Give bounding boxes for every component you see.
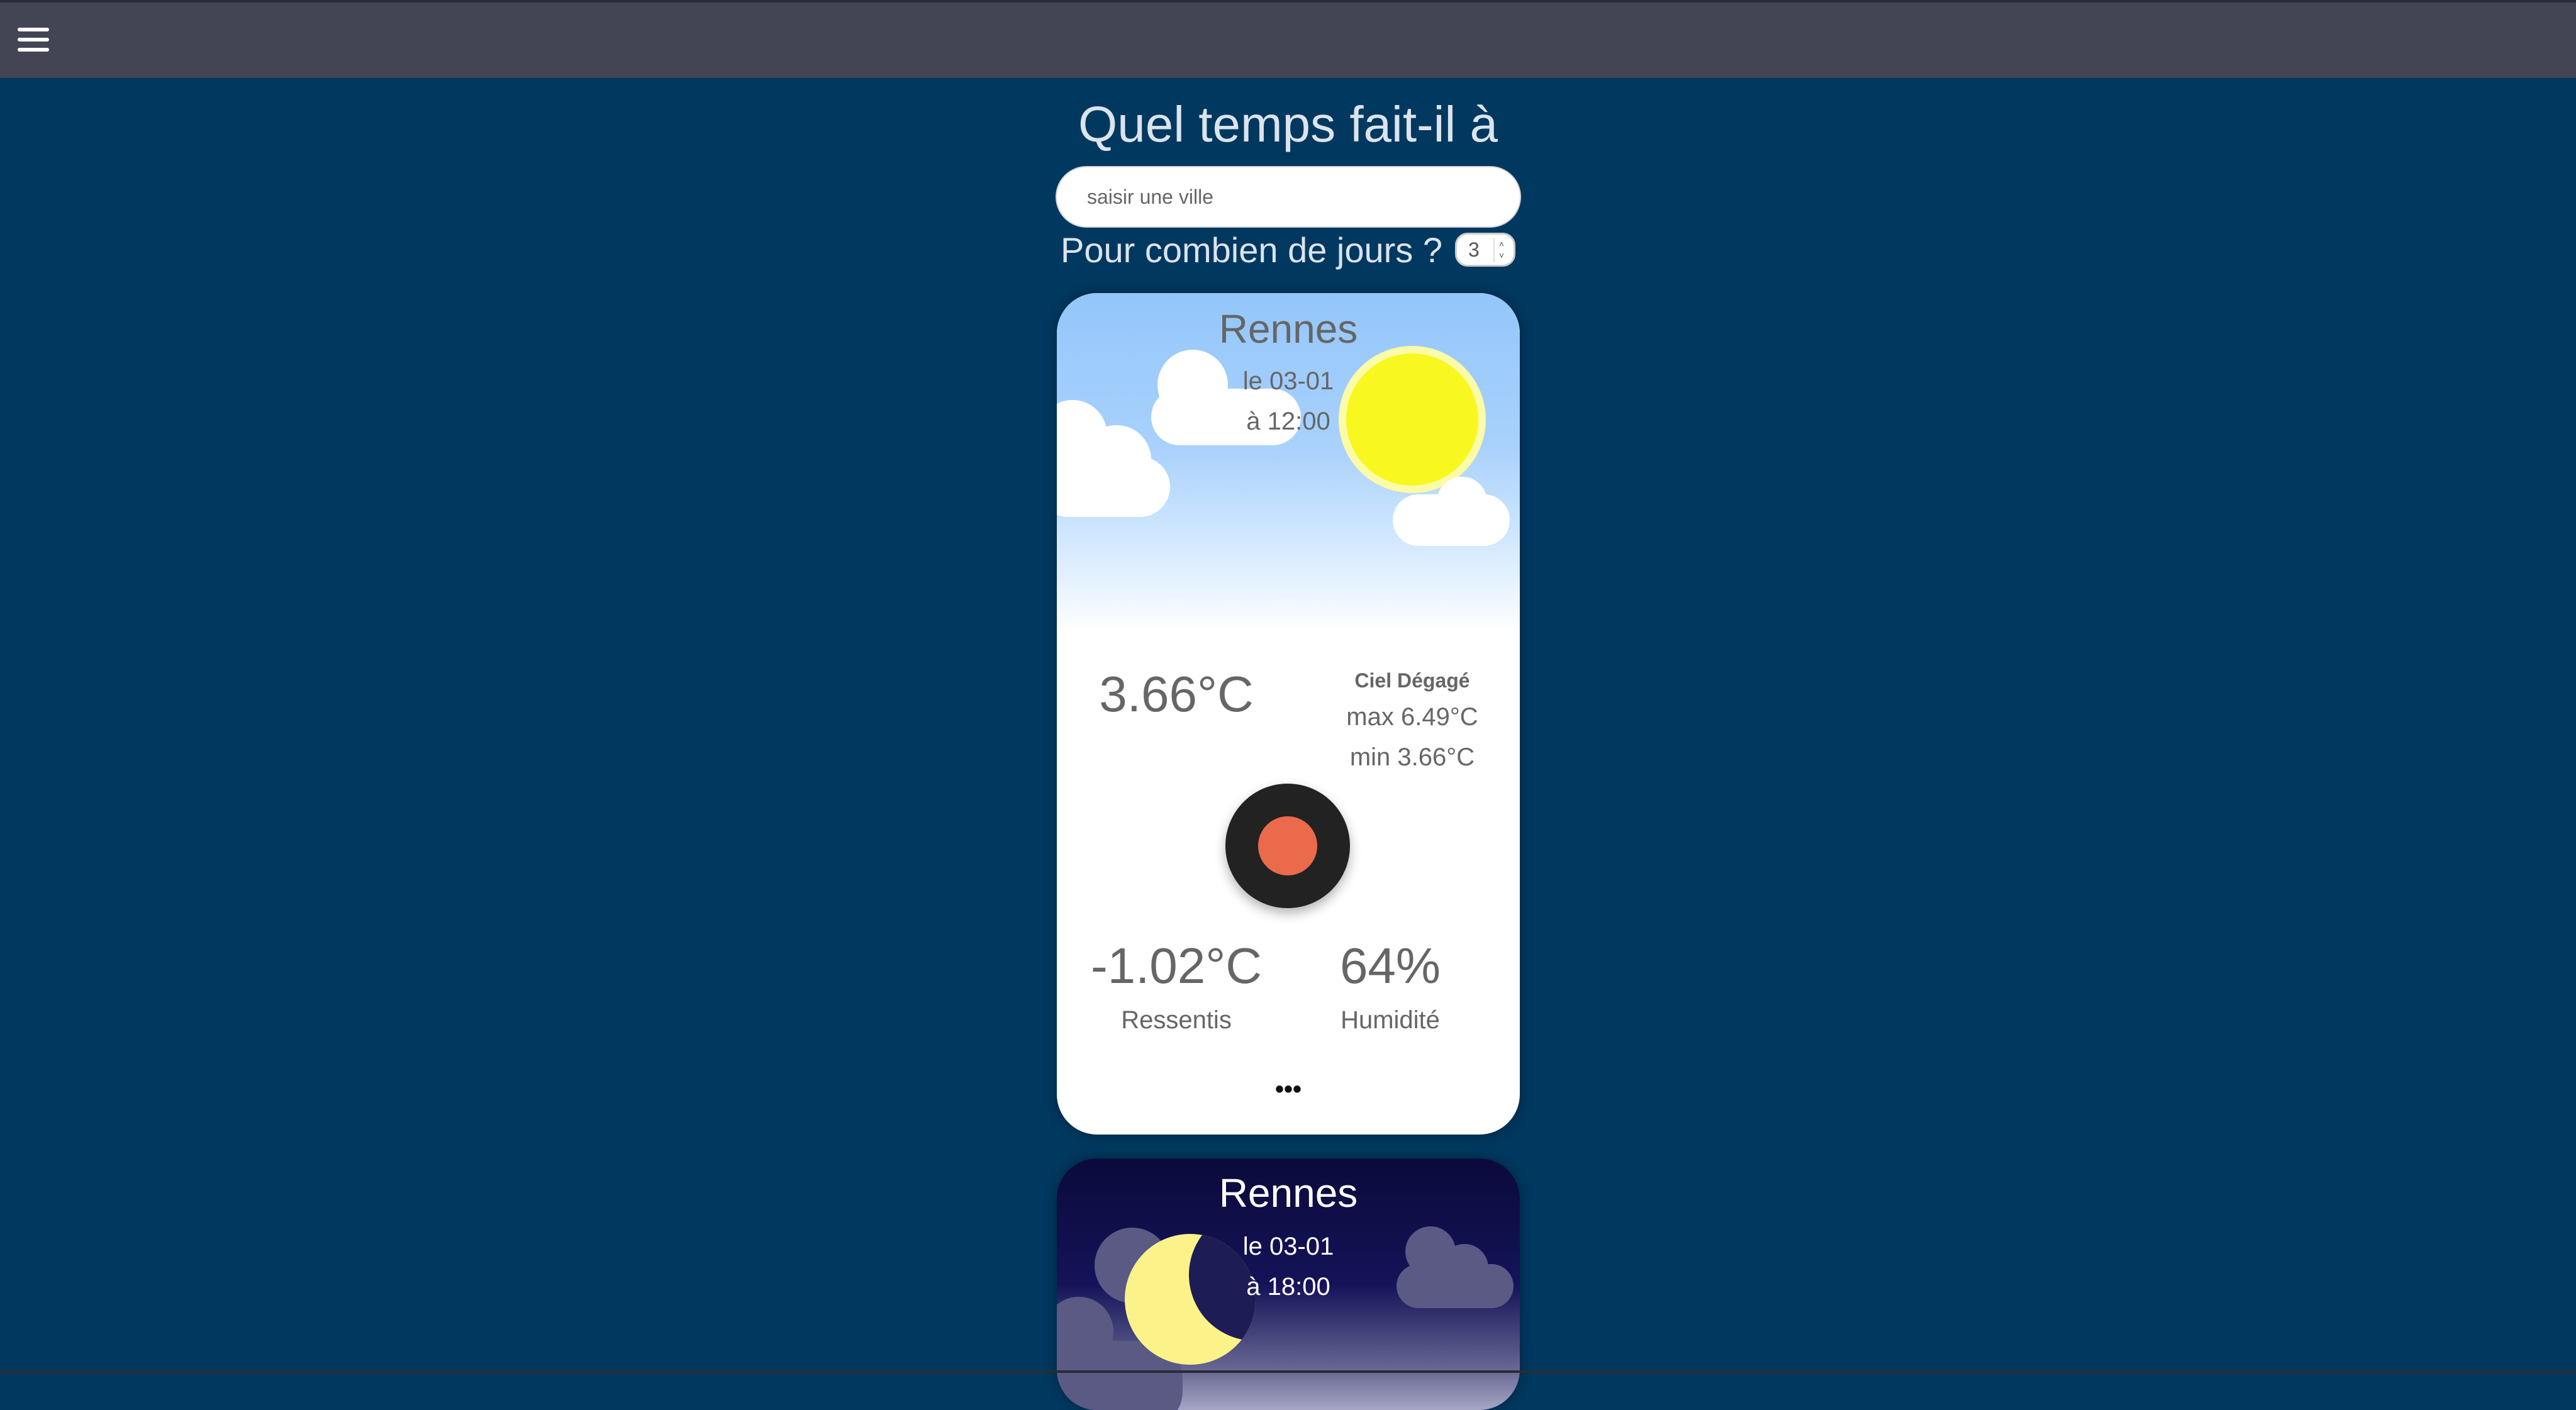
days-number-stepper[interactable]: 3 ˄ ˅ [1455,233,1516,267]
days-selector-row: Pour combien de jours ? 3 ˄ ˅ [1061,228,1516,272]
feels-like-value: -1.02°C [1090,938,1263,994]
record-dot-icon [1258,816,1317,875]
city-name: Rennes [1218,1170,1358,1216]
city-search-input[interactable] [1056,166,1521,228]
more-options-icon[interactable]: ••• [1257,1077,1320,1102]
hamburger-menu-icon[interactable] [18,28,49,52]
min-temperature: min 3.66°C [1349,743,1475,771]
forecast-date: le 03-01 [1242,367,1334,395]
forecast-time: à 18:00 [1246,1273,1330,1301]
forecast-time: à 12:00 [1246,408,1330,435]
search-title: Quel temps fait-il à [1078,96,1498,152]
weather-description: Ciel Dégagé [1354,669,1470,692]
humidity-value: 64% [1339,938,1441,994]
max-temperature: max 6.49°C [1346,703,1478,731]
current-temperature: 3.66°C [1099,666,1254,722]
days-value: 3 [1468,238,1480,261]
stepper-arrows-icon[interactable]: ˄ ˅ [1493,238,1508,262]
city-name: Rennes [1218,306,1358,352]
cloud-icon [1393,477,1510,546]
humidity-label: Humidité [1341,1006,1440,1034]
window-bottom-edge [0,1370,2576,1373]
top-navbar [0,0,2576,78]
forecast-card: Rennes le 03-01 à 12:00 3.66°C Ciel Déga… [1057,293,1520,1135]
feels-like-label: Ressentis [1121,1006,1232,1034]
forecast-date: le 03-01 [1242,1233,1334,1260]
days-label: Pour combien de jours ? [1061,230,1443,270]
record-button[interactable] [1225,784,1350,908]
